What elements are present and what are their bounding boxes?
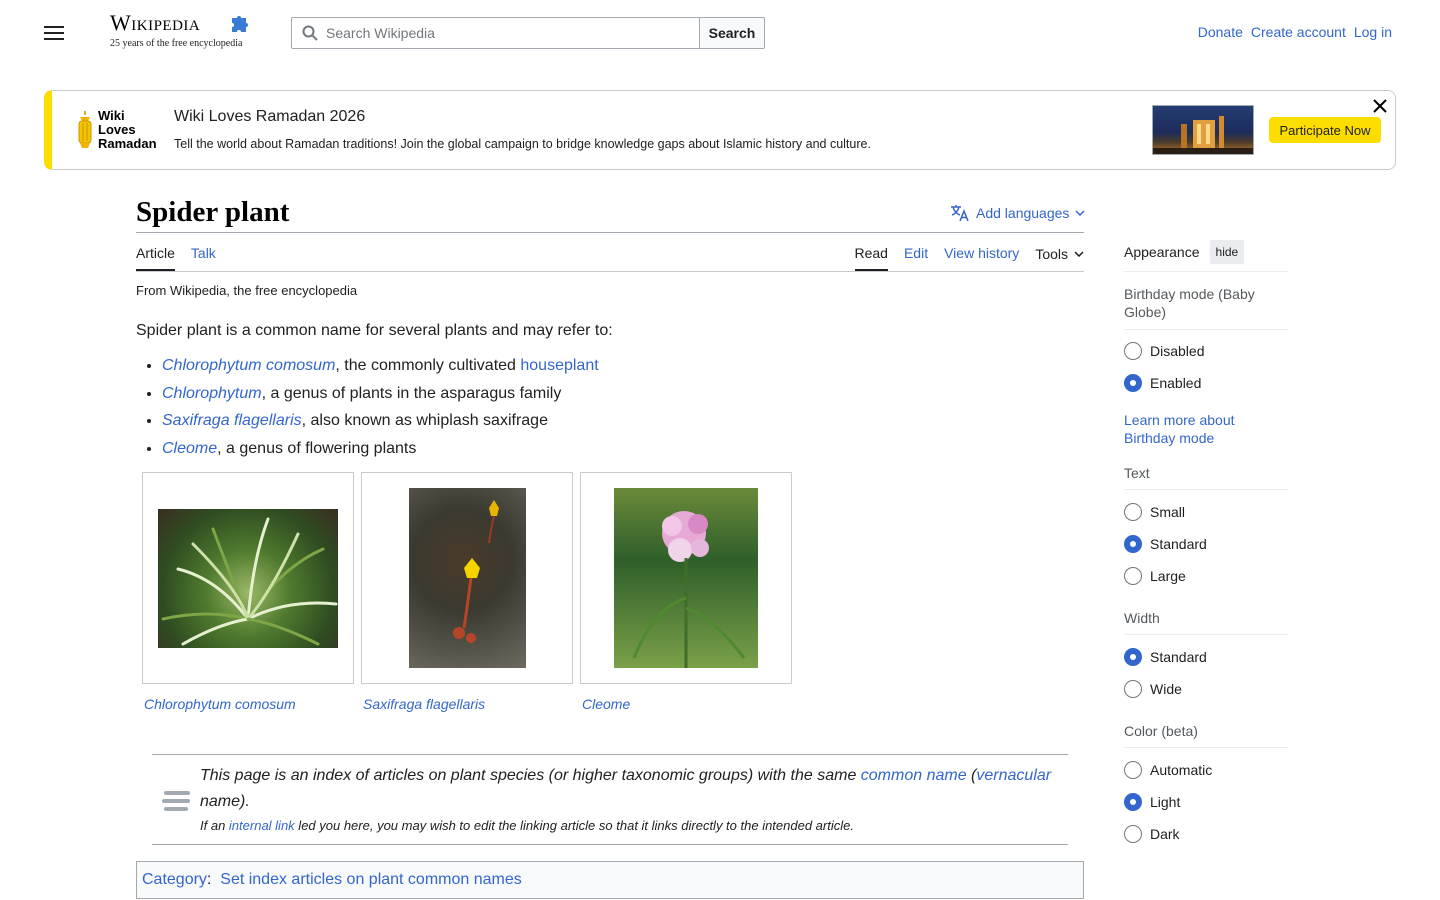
page-title: Spider plant <box>136 196 290 228</box>
hide-button[interactable]: hide <box>1209 240 1245 264</box>
banner-image <box>1152 105 1254 155</box>
radio-standard-width[interactable]: Standard <box>1124 641 1288 673</box>
chevron-down-icon <box>1074 251 1084 257</box>
cleome-image[interactable] <box>614 488 758 668</box>
list-item: Chlorophytum comosum, the commonly culti… <box>162 356 599 384</box>
set-index-notice: This page is an index of articles on pla… <box>152 754 1068 845</box>
user-links: Donate Create account Log in <box>1198 24 1392 40</box>
gallery-caption-saxifraga-flagellaris[interactable]: Saxifraga flagellaris <box>363 696 485 712</box>
tools-label: Tools <box>1035 246 1068 262</box>
tab-edit[interactable]: Edit <box>904 245 928 271</box>
saxifraga-flagellaris-link[interactable]: Saxifraga flagellaris <box>162 412 302 429</box>
banner-title: Wiki Loves Ramadan 2026 <box>174 108 366 125</box>
notice-main-text: This page is an index of articles on pla… <box>200 767 1052 810</box>
site-header: Wikipedia 25 years of the free encyclope… <box>0 0 1440 66</box>
chevron-down-icon <box>1075 210 1085 216</box>
logo-tagline: 25 years of the free encyclopedia <box>110 38 243 49</box>
tab-talk[interactable]: Talk <box>191 245 216 271</box>
search-box <box>291 17 699 49</box>
radio-dark[interactable]: Dark <box>1124 818 1288 850</box>
add-languages-button[interactable]: Add languages <box>950 204 1085 222</box>
chlorophytum-comosum-image[interactable] <box>158 508 338 648</box>
gallery-item: Chlorophytum comosum <box>142 472 354 712</box>
search-input[interactable] <box>326 25 686 41</box>
color-label: Color (beta) <box>1124 723 1198 739</box>
birthday-mode-label: Birthday mode (Baby Globe) <box>1124 286 1255 320</box>
houseplant-link[interactable]: houseplant <box>520 357 598 374</box>
learn-more-birthday-link[interactable]: Learn more about Birthday mode <box>1124 411 1288 447</box>
intro-paragraph: Spider plant is a common name for severa… <box>136 322 613 339</box>
image-gallery: Chlorophytum comosum Saxifraga flagellar… <box>142 472 792 712</box>
site-tagline: From Wikipedia, the free encyclopedia <box>136 283 358 298</box>
category-link[interactable]: Set index articles on plant common names <box>220 871 521 888</box>
wikipedia-logo[interactable]: Wikipedia 25 years of the free encyclope… <box>110 12 260 54</box>
notice-sub-text: If an internal link led you here, you ma… <box>200 818 854 833</box>
search-button[interactable]: Search <box>699 17 765 49</box>
tools-menu[interactable]: Tools <box>1035 245 1084 271</box>
gallery-item: Saxifraga flagellaris <box>361 472 573 712</box>
create-account-link[interactable]: Create account <box>1251 24 1346 40</box>
radio-disabled[interactable]: Disabled <box>1124 335 1288 367</box>
lantern-icon <box>78 111 92 148</box>
list-item: Chlorophytum, a genus of plants in the a… <box>162 384 599 412</box>
puzzle-globe-25-icon <box>232 16 248 32</box>
common-name-link[interactable]: common name <box>861 767 967 784</box>
gallery-frame <box>361 472 573 684</box>
radio-automatic[interactable]: Automatic <box>1124 754 1288 786</box>
donate-link[interactable]: Donate <box>1198 24 1243 40</box>
chlorophytum-comosum-link[interactable]: Chlorophytum comosum <box>162 357 335 374</box>
radio-light[interactable]: Light <box>1124 786 1288 818</box>
gallery-caption-chlorophytum-comosum[interactable]: Chlorophytum comosum <box>144 696 296 712</box>
gallery-caption-cleome[interactable]: Cleome <box>582 696 630 712</box>
namespace-tabs: Article Talk <box>136 245 216 271</box>
category-links: Category: Set index articles on plant co… <box>136 861 1084 899</box>
search-icon <box>302 25 318 41</box>
main-menu-button[interactable] <box>40 22 68 44</box>
banner-text: Tell the world about Ramadan traditions!… <box>174 137 871 151</box>
appearance-panel: Appearance hide Birthday mode (Baby Glob… <box>1124 240 1288 850</box>
log-in-link[interactable]: Log in <box>1354 24 1392 40</box>
list-item: Cleome, a genus of flowering plants <box>162 439 599 467</box>
gallery-frame <box>580 472 792 684</box>
campaign-banner: Wiki Loves Ramadan Wiki Loves Ramadan 20… <box>44 90 1396 170</box>
add-languages-label: Add languages <box>976 205 1070 221</box>
tab-read[interactable]: Read <box>854 245 888 271</box>
radio-small[interactable]: Small <box>1124 496 1288 528</box>
radio-enabled[interactable]: Enabled <box>1124 367 1288 399</box>
category-label-link[interactable]: Category <box>142 871 207 888</box>
chlorophytum-link[interactable]: Chlorophytum <box>162 385 262 402</box>
wiki-loves-ramadan-logo: Wiki Loves Ramadan <box>98 108 157 151</box>
saxifraga-flagellaris-image[interactable] <box>408 488 526 668</box>
tab-article[interactable]: Article <box>136 245 175 271</box>
cleome-link[interactable]: Cleome <box>162 440 217 457</box>
view-tabs: Read Edit View history Tools <box>854 245 1085 271</box>
gallery-frame <box>142 472 354 684</box>
text-size-label: Text <box>1124 465 1150 481</box>
disambiguation-list: Chlorophytum comosum, the commonly culti… <box>162 356 599 466</box>
width-label: Width <box>1124 610 1160 626</box>
tabs-divider <box>136 271 1084 272</box>
list-item: Saxifraga flagellaris, also known as whi… <box>162 411 599 439</box>
close-icon[interactable] <box>1371 97 1389 115</box>
list-icon <box>162 791 190 811</box>
internal-link-link[interactable]: internal link <box>229 818 295 833</box>
appearance-title: Appearance <box>1124 244 1200 260</box>
gallery-item: Cleome <box>580 472 792 712</box>
vernacular-link[interactable]: vernacular <box>976 767 1051 784</box>
radio-standard-text[interactable]: Standard <box>1124 528 1288 560</box>
tab-view-history[interactable]: View history <box>944 245 1019 271</box>
participate-now-button[interactable]: Participate Now <box>1269 117 1381 143</box>
radio-large[interactable]: Large <box>1124 560 1288 592</box>
title-divider <box>136 232 1084 233</box>
radio-wide[interactable]: Wide <box>1124 673 1288 705</box>
search-form: Search <box>291 17 765 49</box>
language-icon <box>951 205 969 222</box>
